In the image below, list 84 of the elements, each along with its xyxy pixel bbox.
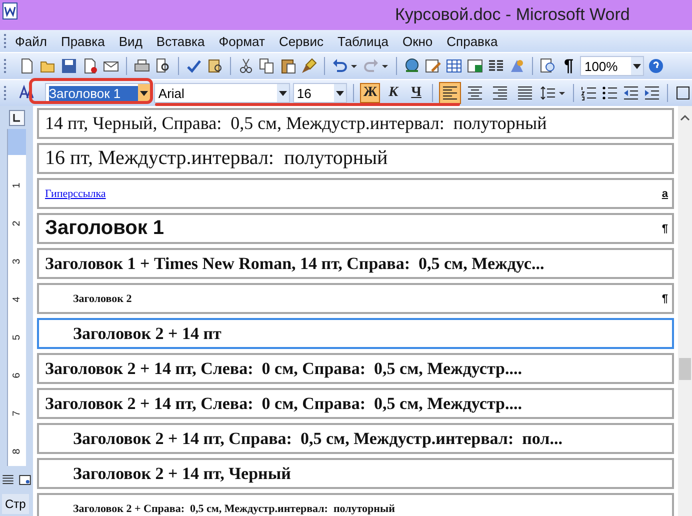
spreadsheet-icon[interactable] <box>466 57 484 75</box>
style-name: Заголовок 2 <box>72 292 133 304</box>
style-list-item[interactable]: Заголовок 2 + 14 пт, Слева: 0 см, Справа: 0,5 см, Междустр.... <box>37 388 674 419</box>
menu-item[interactable]: Вставка <box>156 34 205 48</box>
scrollbar[interactable] <box>678 106 692 516</box>
dropdown-caret-icon[interactable] <box>140 90 148 96</box>
dropdown-caret-icon[interactable] <box>278 90 287 96</box>
menu-item[interactable]: Сервис <box>278 34 324 48</box>
ruler-number: 5 <box>10 334 24 340</box>
page-status: Стр <box>2 494 29 514</box>
style-name: Заголовок 1 <box>45 217 166 240</box>
ruler-number: 6 <box>10 372 24 378</box>
style-name: Гиперссылка <box>45 188 107 200</box>
style-list-item[interactable]: Заголовок 2 + Справа: 0,5 см, Междустр.интервал: полуторный <box>37 493 674 516</box>
bulleted-list-icon[interactable] <box>601 84 620 102</box>
format-button[interactable]: К <box>383 83 404 103</box>
style-list-item[interactable]: Заголовок 2 + 14 пт <box>37 318 674 349</box>
scissors-icon[interactable] <box>237 57 255 75</box>
style-list-item[interactable]: 14 пт, Черный, Справа: 0,5 см, Междустр.интервал: полуторный <box>37 108 674 139</box>
scroll-up-icon[interactable] <box>680 114 690 122</box>
style-list-item[interactable]: Заголовок 2 + 14 пт, Слева: 0 см, Справа: 0,5 см, Междустр.... <box>37 353 674 384</box>
ruler-number: 7 <box>10 410 24 416</box>
ruler-number: 3 <box>10 258 24 264</box>
web-view-icon[interactable] <box>17 472 33 488</box>
numbered-list-icon[interactable] <box>580 84 598 102</box>
style-list-item[interactable]: Заголовок 2 + 14 пт, Черный <box>37 458 674 489</box>
style-name: 14 пт, Черный, Справа: 0,5 см, Междустр.интервал: полуторный <box>45 113 548 134</box>
undo-icon[interactable] <box>331 57 349 75</box>
font-size-combo[interactable]: 16 <box>292 83 348 103</box>
help-icon[interactable] <box>647 57 666 75</box>
style-name: Заголовок 2 + 14 пт <box>72 324 222 344</box>
dropdown-caret-icon[interactable] <box>633 64 642 68</box>
show-formatting-button[interactable]: ¶ <box>564 56 574 76</box>
ruler-number: 1 <box>10 182 24 188</box>
floppy-icon[interactable] <box>60 57 78 75</box>
style-name: Заголовок 2 + 14 пт, Справа: 0,5 см, Междустр.интервал: пол... <box>72 428 564 448</box>
format-button[interactable]: Ж <box>360 83 380 103</box>
menu-item[interactable]: Таблица <box>337 34 388 48</box>
window-title: Курсовой.doc - Microsoft Word <box>395 5 630 25</box>
style-name: Заголовок 1 + Times New Roman, 14 пт, Справа: 0,5 см, Междус... <box>45 254 546 274</box>
ruler-margin-highlight <box>8 129 26 155</box>
font-combo[interactable]: Arial <box>154 83 290 103</box>
align-left-icon[interactable] <box>439 82 462 104</box>
menu-item[interactable]: Окно <box>402 34 433 48</box>
style-list-item[interactable]: Заголовок 2 ¶ <box>37 283 674 314</box>
format-button[interactable]: Ч <box>406 83 426 103</box>
ruler-number: 2 <box>10 220 24 226</box>
document-map-icon[interactable] <box>539 57 557 75</box>
style-name: 16 пт, Междустр.интервал: полуторный <box>45 147 389 170</box>
menu-item[interactable]: Файл <box>15 34 47 48</box>
style-list-item[interactable]: 16 пт, Междустр.интервал: полуторный <box>37 143 674 174</box>
menu-item[interactable]: Формат <box>218 34 265 48</box>
globe-icon[interactable] <box>403 57 421 75</box>
style-name: Заголовок 2 + 14 пт, Слева: 0 см, Справа: 0,5 см, Междустр.... <box>45 358 523 378</box>
menu-item[interactable]: Правка <box>60 34 105 48</box>
style-type-mark: ¶ <box>662 292 668 304</box>
style-type-mark: a <box>662 188 668 200</box>
style-list-item[interactable]: Гиперссылка a <box>37 178 674 209</box>
menu-item[interactable]: Справка <box>446 34 498 48</box>
decrease-indent-icon[interactable] <box>622 84 640 102</box>
style-name: Заголовок 2 + Справа: 0,5 см, Междустр.интервал: полуторный <box>72 502 396 514</box>
zoom-combo[interactable]: 100% <box>580 56 644 76</box>
style-list-item[interactable]: Заголовок 2 + 14 пт, Справа: 0,5 см, Междустр.интервал: пол... <box>37 423 674 454</box>
tab-stop-icon[interactable] <box>8 110 24 126</box>
brush-icon[interactable] <box>300 57 318 75</box>
style-list-item[interactable]: Заголовок 1 + Times New Roman, 14 пт, Справа: 0,5 см, Междус... <box>37 248 674 279</box>
dropdown-caret-icon[interactable] <box>336 90 344 96</box>
copy-icon[interactable] <box>258 57 276 75</box>
style-type-mark: ¶ <box>662 222 668 234</box>
border-icon[interactable] <box>674 84 692 102</box>
line-spacing-icon[interactable] <box>539 84 558 102</box>
style-list-item[interactable]: Заголовок 1 ¶ <box>37 213 674 244</box>
ruler-number: 8 <box>10 448 24 454</box>
table-icon[interactable] <box>445 57 463 75</box>
ruler-number: 4 <box>10 296 24 302</box>
clipboard-icon[interactable] <box>279 57 297 75</box>
book-icon[interactable] <box>206 57 224 75</box>
style-name: Заголовок 2 + 14 пт, Черный <box>72 464 292 484</box>
menu-item[interactable]: Вид <box>118 34 142 48</box>
increase-indent-icon[interactable] <box>643 84 662 102</box>
document-w-icon <box>2 2 18 20</box>
style-name: Заголовок 2 + 14 пт, Слева: 0 см, Справа: 0,5 см, Междустр.... <box>45 394 523 414</box>
pencil-icon[interactable] <box>424 57 442 75</box>
scroll-thumb[interactable] <box>679 358 691 380</box>
